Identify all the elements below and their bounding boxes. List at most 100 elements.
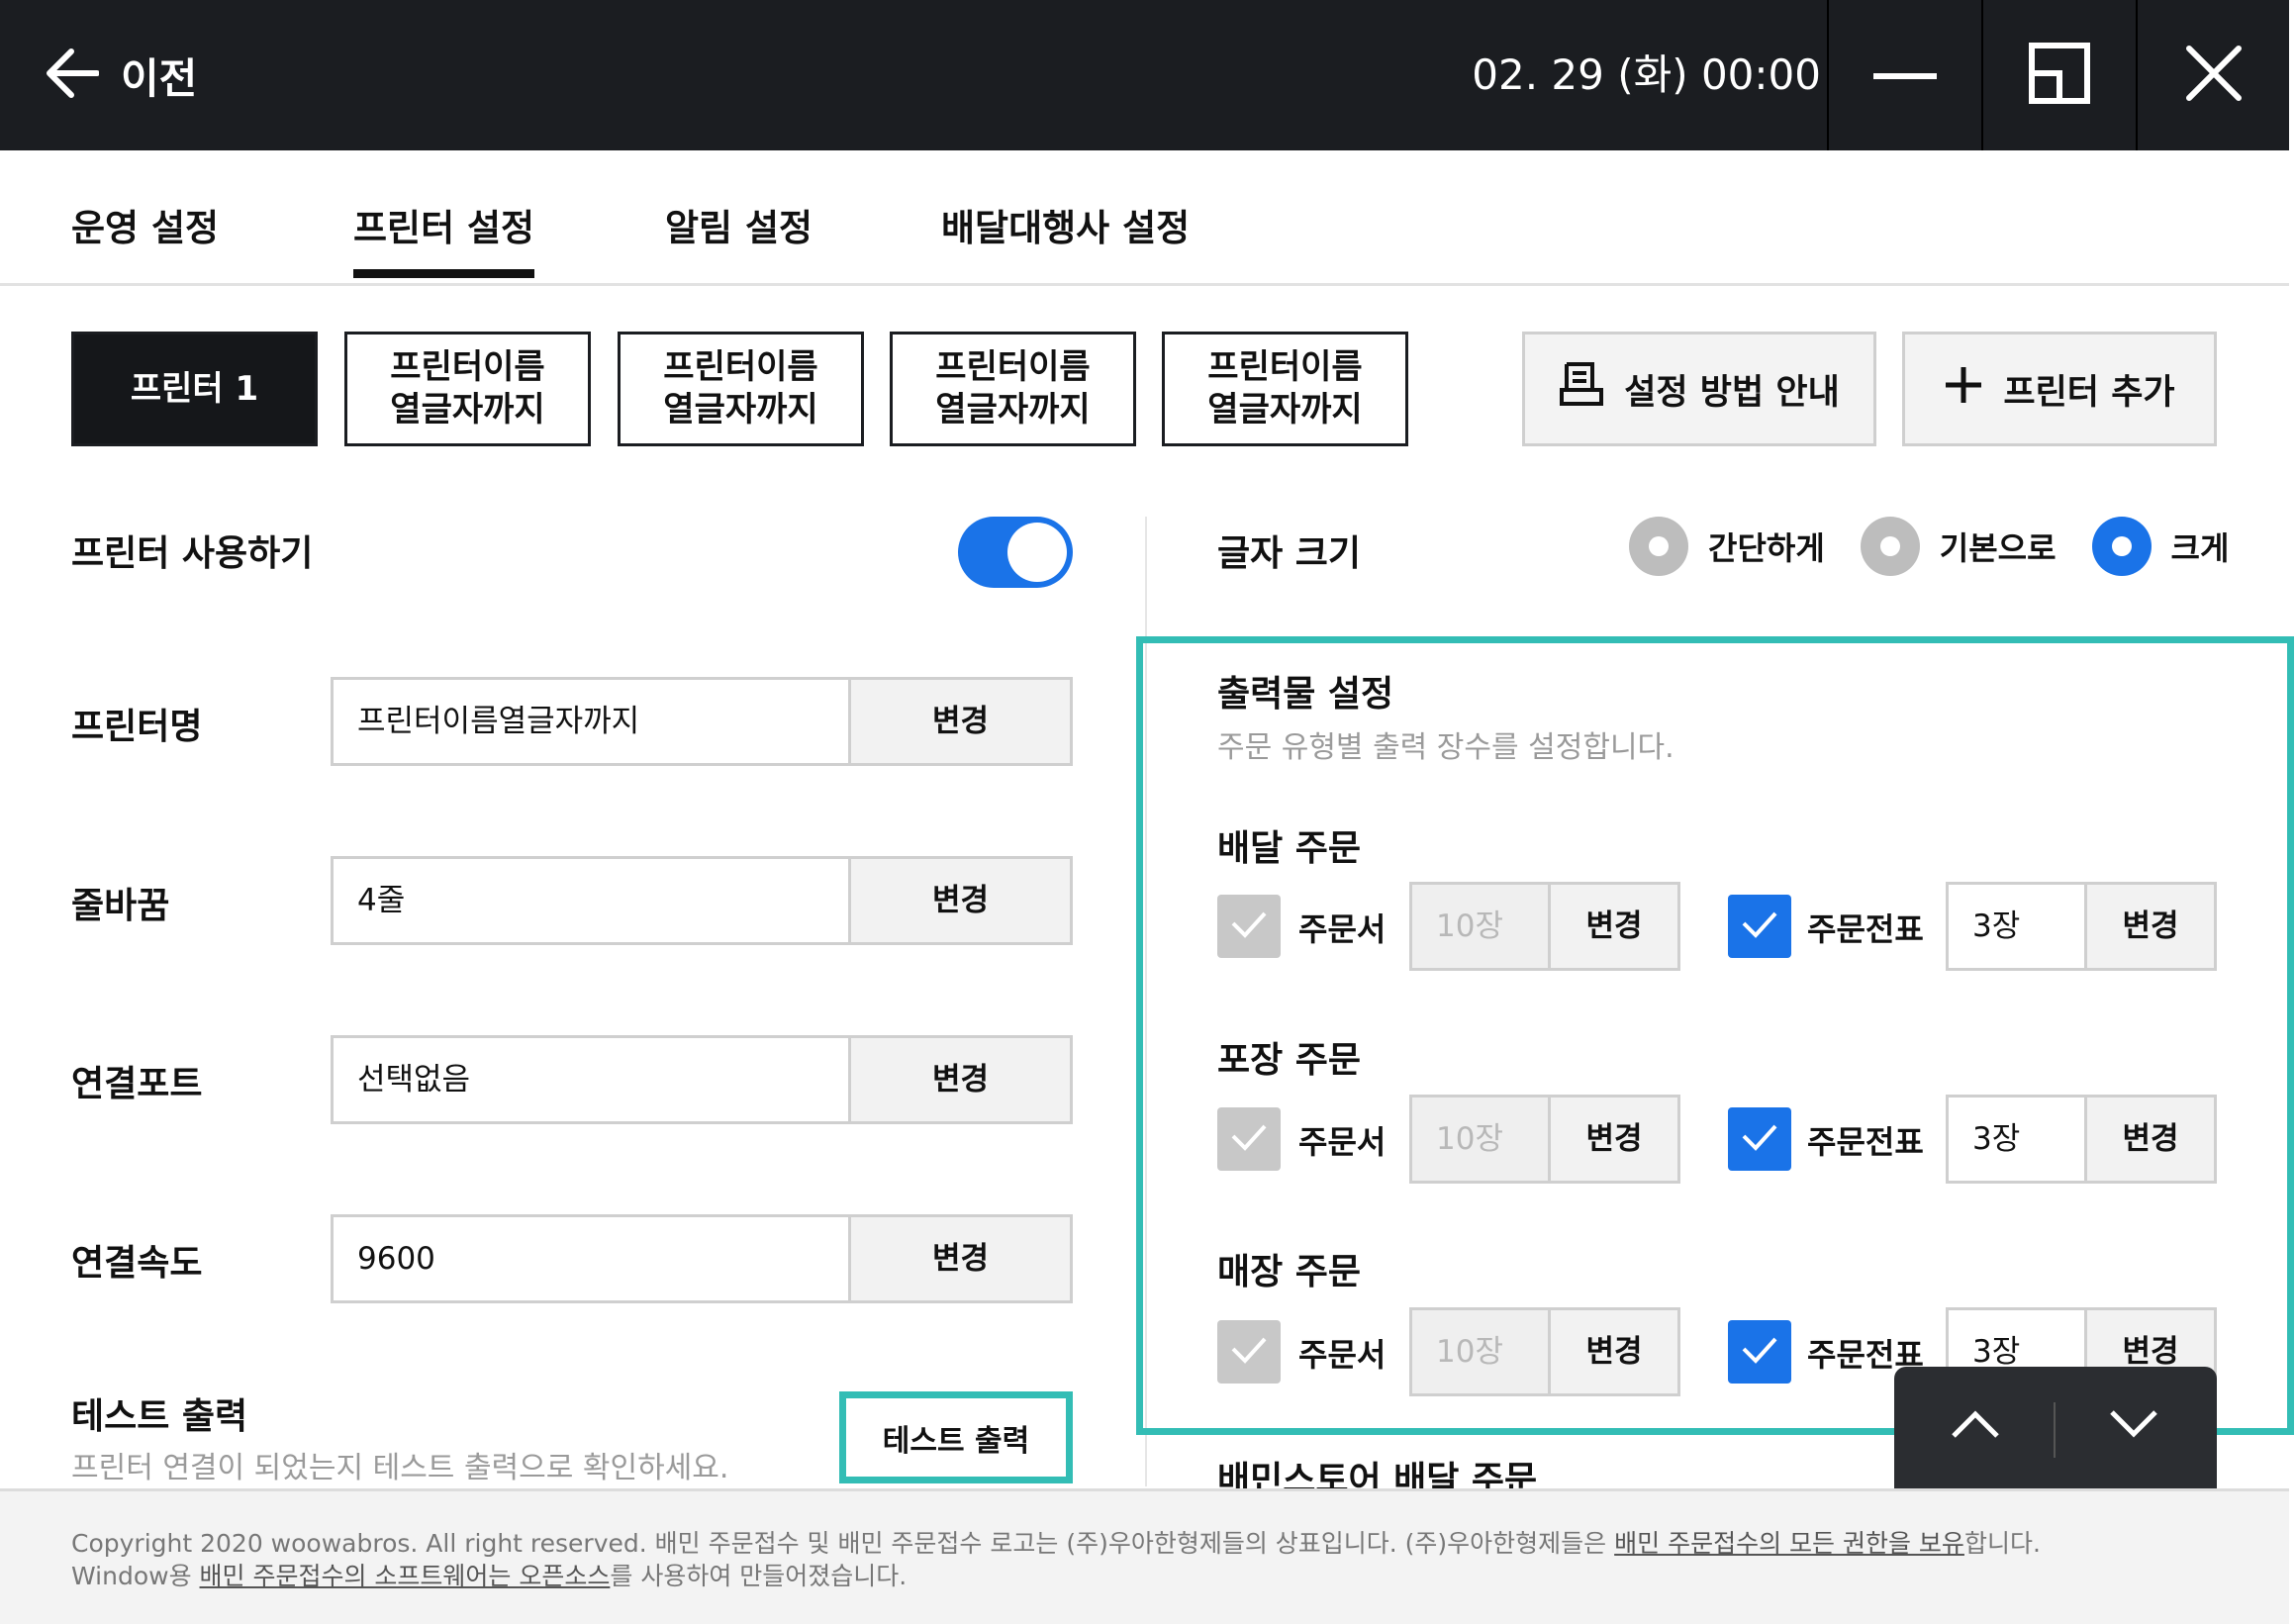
- delivery-order-title: 배달 주문: [1217, 828, 1362, 869]
- printer-3-button[interactable]: 프린터이름 열글자까지: [618, 332, 864, 446]
- minimize-button[interactable]: [1827, 0, 1980, 150]
- delivery-receipt-count: 10장 변경: [1409, 882, 1680, 971]
- test-print-button[interactable]: 테스트 출력: [839, 1391, 1073, 1483]
- takeout-ticket-count: 3장 변경: [1946, 1095, 2217, 1184]
- font-size-large-radio[interactable]: [2091, 517, 2152, 576]
- takeout-receipt-label: 주문서: [1298, 1123, 1387, 1161]
- output-settings-title: 출력물 설정: [1217, 674, 1394, 715]
- printer-name-value: 프린터이름열글자까지: [357, 704, 640, 739]
- port-change-button[interactable]: 변경: [848, 1038, 1070, 1121]
- takeout-ticket-label: 주문전표: [1807, 1123, 1924, 1161]
- datetime: 02. 29 (화) 00:00: [1472, 50, 1821, 99]
- use-printer-toggle[interactable]: [958, 517, 1073, 588]
- receipt-icon: [1559, 360, 1604, 419]
- tab-operation-settings[interactable]: 운영 설정: [71, 198, 219, 257]
- baud-rate-change-button[interactable]: 변경: [848, 1217, 1070, 1300]
- footer-opensource-line: Window용 배민 주문접수의 소프트웨어는 오픈소스를 사용하여 만들어졌습…: [71, 1557, 907, 1592]
- dinein-receipt-change-button[interactable]: 변경: [1548, 1310, 1677, 1393]
- check-icon: [1740, 1122, 1779, 1156]
- toggle-knob: [1007, 523, 1067, 582]
- dinein-receipt-checkbox[interactable]: [1217, 1320, 1281, 1384]
- setup-guide-button[interactable]: 설정 방법 안내: [1522, 332, 1876, 446]
- takeout-receipt-checkbox[interactable]: [1217, 1107, 1281, 1171]
- footer-copyright-line: Copyright 2020 woowabros. All right rese…: [71, 1524, 2041, 1560]
- footer-opensource-link[interactable]: 배민 주문접수의 소프트웨어는 오픈소스: [200, 1562, 611, 1590]
- printer-2-label: 프린터이름 열글자까지: [390, 347, 545, 430]
- printer-4-label: 프린터이름 열글자까지: [935, 347, 1091, 430]
- printer-name-field: 프린터이름열글자까지 변경: [331, 677, 1073, 766]
- footer-copyright-tail: 합니다.: [1963, 1529, 2041, 1558]
- add-printer-button[interactable]: 프린터 추가: [1902, 332, 2217, 446]
- line-feed-value: 4줄: [357, 883, 406, 918]
- font-size-large-label: 크게: [2170, 529, 2230, 567]
- line-feed-change-button[interactable]: 변경: [848, 859, 1070, 942]
- printer-name-change-button[interactable]: 변경: [848, 680, 1070, 763]
- footer-opensource-text: Window용: [71, 1562, 200, 1590]
- port-label: 연결포트: [71, 1064, 203, 1104]
- font-size-label: 글자 크기: [1217, 533, 1362, 574]
- takeout-ticket-value: 3장: [1972, 1121, 2021, 1157]
- chevron-down-icon[interactable]: [2104, 1404, 2163, 1448]
- printer-5-label: 프린터이름 열글자까지: [1207, 347, 1363, 430]
- font-size-default-radio[interactable]: [1860, 517, 1920, 576]
- takeout-ticket-change-button[interactable]: 변경: [2084, 1098, 2214, 1181]
- add-printer-label: 프린터 추가: [2003, 372, 2175, 413]
- close-icon: [2184, 44, 2244, 107]
- back-button[interactable]: 이전: [44, 42, 197, 109]
- footer-rights-link[interactable]: 배민 주문접수의 모든 권한을 보유: [1614, 1529, 1964, 1558]
- dinein-ticket-checkbox[interactable]: [1728, 1320, 1791, 1384]
- printer-4-button[interactable]: 프린터이름 열글자까지: [890, 332, 1136, 446]
- footer-copyright-text: Copyright 2020 woowabros. All right rese…: [71, 1529, 1615, 1558]
- takeout-order-title: 포장 주문: [1217, 1040, 1362, 1081]
- line-feed-label: 줄바꿈: [71, 886, 170, 926]
- back-label: 이전: [121, 53, 198, 103]
- delivery-receipt-value: 10장: [1412, 885, 1548, 968]
- delivery-ticket-checkbox[interactable]: [1728, 895, 1791, 958]
- dinein-receipt-count: 10장 변경: [1409, 1307, 1680, 1396]
- dinein-receipt-label: 주문서: [1298, 1336, 1387, 1374]
- test-print-button-label: 테스트 출력: [882, 1423, 1030, 1459]
- tab-notification-settings[interactable]: 알림 설정: [665, 198, 813, 257]
- minimize-icon: [1872, 66, 1937, 85]
- takeout-receipt-change-button[interactable]: 변경: [1548, 1098, 1677, 1181]
- takeout-receipt-count: 10장 변경: [1409, 1095, 1680, 1184]
- printer-1-label: 프린터 1: [130, 368, 259, 409]
- baud-rate-value: 9600: [357, 1241, 435, 1277]
- restore-button[interactable]: [1981, 0, 2135, 150]
- check-icon: [1229, 1335, 1269, 1369]
- tab-delivery-agency-settings[interactable]: 배달대행사 설정: [941, 198, 1190, 257]
- close-button[interactable]: [2136, 0, 2289, 150]
- delivery-ticket-change-button[interactable]: 변경: [2084, 885, 2214, 968]
- delivery-receipt-label: 주문서: [1298, 910, 1387, 948]
- baud-rate-label: 연결속도: [71, 1243, 203, 1284]
- delivery-receipt-change-button[interactable]: 변경: [1548, 885, 1677, 968]
- printer-1-button[interactable]: 프린터 1: [71, 332, 318, 446]
- use-printer-label: 프린터 사용하기: [71, 533, 314, 574]
- output-settings-description: 주문 유형별 출력 장수를 설정합니다.: [1217, 730, 1674, 765]
- setup-guide-label: 설정 방법 안내: [1624, 372, 1840, 413]
- scroll-control-separator: [2054, 1402, 2056, 1458]
- tab-printer-settings[interactable]: 프린터 설정: [353, 198, 535, 278]
- check-icon: [1229, 1122, 1269, 1156]
- delivery-ticket-label: 주문전표: [1807, 910, 1924, 948]
- delivery-ticket-count: 3장 변경: [1946, 882, 2217, 971]
- printer-5-button[interactable]: 프린터이름 열글자까지: [1162, 332, 1408, 446]
- printer-2-button[interactable]: 프린터이름 열글자까지: [344, 332, 591, 446]
- chevron-up-icon[interactable]: [1946, 1404, 2005, 1448]
- check-icon: [1740, 1335, 1779, 1369]
- footer-opensource-tail: 를 사용하여 만들어졌습니다.: [610, 1562, 908, 1590]
- baud-rate-field: 9600 변경: [331, 1214, 1073, 1303]
- scroll-control: [1894, 1367, 2217, 1500]
- footer: Copyright 2020 woowabros. All right rese…: [0, 1488, 2289, 1624]
- plus-icon: [1944, 365, 1983, 414]
- title-bar: 이전 02. 29 (화) 00:00: [0, 0, 2289, 150]
- restore-window-icon: [2028, 42, 2091, 109]
- port-value: 선택없음: [357, 1062, 471, 1098]
- takeout-receipt-value: 10장: [1412, 1098, 1548, 1181]
- test-print-title: 테스트 출력: [71, 1396, 248, 1437]
- check-icon: [1229, 909, 1269, 943]
- takeout-ticket-checkbox[interactable]: [1728, 1107, 1791, 1171]
- delivery-receipt-checkbox[interactable]: [1217, 895, 1281, 958]
- font-size-simple-radio[interactable]: [1629, 517, 1688, 576]
- port-field: 선택없음 변경: [331, 1035, 1073, 1124]
